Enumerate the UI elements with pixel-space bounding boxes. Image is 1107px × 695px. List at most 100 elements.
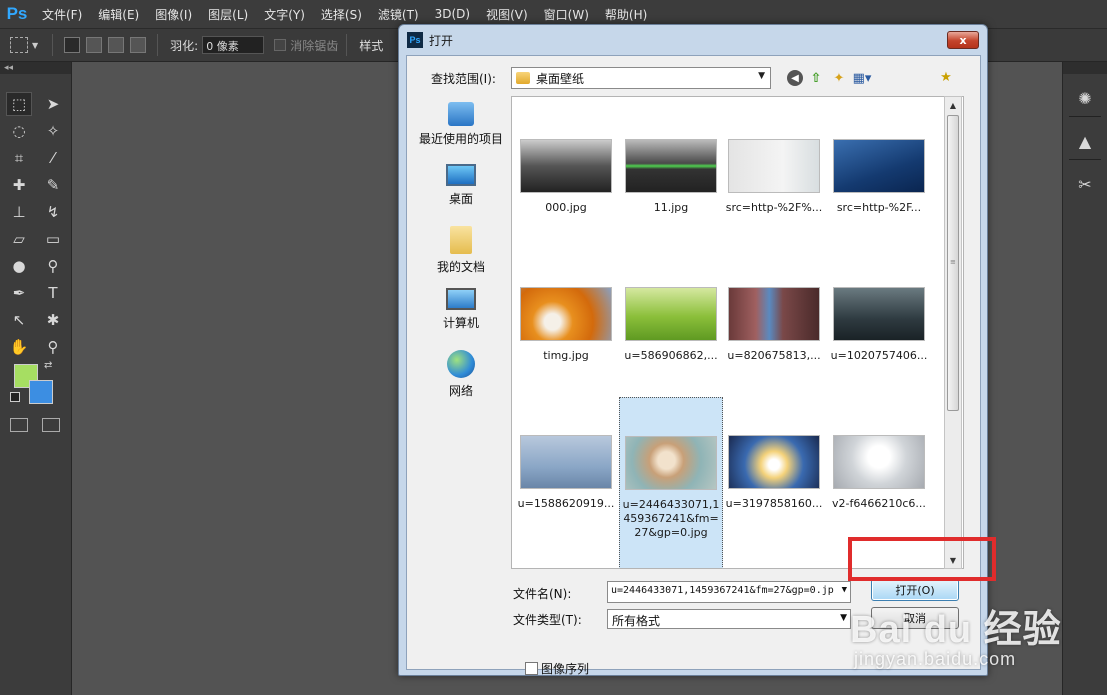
brush-tool-icon[interactable]: ✎ xyxy=(40,173,66,197)
hand-tool-icon[interactable]: ✋ xyxy=(6,335,32,359)
feather-input[interactable]: 0 像素 xyxy=(202,36,265,54)
default-colors-icon[interactable] xyxy=(10,392,20,402)
histogram-icon[interactable]: ▲ xyxy=(1068,127,1102,155)
healing-brush-icon[interactable]: ✚ xyxy=(6,173,32,197)
filetype-select[interactable]: 所有格式 ▼ xyxy=(607,609,851,629)
chevron-down-icon[interactable]: ▼ xyxy=(32,41,38,50)
crop-tool-icon[interactable]: ⌗ xyxy=(6,146,32,170)
menu-file[interactable]: 文件(F) xyxy=(34,6,90,23)
clone-stamp-icon[interactable]: ⊥ xyxy=(6,200,32,224)
lasso-tool-icon[interactable]: ◌ xyxy=(6,119,32,143)
file-item[interactable]: src=http-%2F... xyxy=(827,139,931,215)
place-label: 我的文档 xyxy=(436,260,485,274)
magic-wand-icon[interactable]: ✧ xyxy=(40,119,66,143)
up-folder-icon[interactable]: ⇧ xyxy=(806,68,826,88)
file-item-selected[interactable]: u=2446433071,1459367241&fm=27&gp=0.jpg xyxy=(619,397,723,568)
place-label: 网络 xyxy=(448,384,473,398)
place-documents[interactable]: 我的文档 xyxy=(415,220,507,282)
history-brush-icon[interactable]: ↯ xyxy=(40,200,66,224)
dodge-tool-icon[interactable]: ⚲ xyxy=(40,254,66,278)
pen-tool-icon[interactable]: ✒ xyxy=(6,281,32,305)
file-item[interactable]: u=3197858160... xyxy=(722,435,826,511)
file-item[interactable]: v2-f6466210c6... xyxy=(827,435,931,511)
menu-layer[interactable]: 图层(L) xyxy=(200,6,256,23)
file-name: src=http-%2F... xyxy=(836,201,922,214)
close-button[interactable]: x xyxy=(947,31,979,49)
menu-edit[interactable]: 编辑(E) xyxy=(90,6,147,23)
file-list[interactable]: 000.jpg 11.jpg src=http-%2F%... src=http… xyxy=(511,96,964,569)
file-name: u=1588620919... xyxy=(517,497,615,510)
filename-value: u=2446433071,1459367241&fm=27&gp=0.jp xyxy=(611,585,834,596)
menu-3d[interactable]: 3D(D) xyxy=(427,7,478,21)
file-item[interactable]: src=http-%2F%... xyxy=(722,139,826,215)
scroll-thumb[interactable]: ≡ xyxy=(947,115,959,411)
look-in-dropdown[interactable]: 桌面壁纸 ▼ xyxy=(511,67,771,89)
chevron-down-icon[interactable]: ▼ xyxy=(842,585,847,595)
place-network[interactable]: 网络 xyxy=(415,344,507,406)
eyedropper-icon[interactable]: ⁄ xyxy=(40,146,66,170)
background-color-swatch[interactable] xyxy=(29,380,53,404)
new-selection-icon[interactable] xyxy=(64,37,81,53)
intersect-selection-icon[interactable] xyxy=(130,37,147,53)
image-sequence-checkbox[interactable] xyxy=(525,662,538,675)
gradient-tool-icon[interactable]: ▭ xyxy=(40,227,66,251)
menu-filter[interactable]: 滤镜(T) xyxy=(370,6,427,23)
new-folder-icon[interactable]: ✦ xyxy=(829,68,849,88)
file-name: v2-f6466210c6... xyxy=(832,497,926,510)
file-item[interactable]: timg.jpg xyxy=(514,287,618,363)
file-thumbnail xyxy=(833,139,925,193)
divider xyxy=(1069,116,1101,117)
menu-select[interactable]: 选择(S) xyxy=(313,6,370,23)
file-item[interactable]: u=586906862,... xyxy=(619,287,723,363)
file-name: u=1020757406... xyxy=(830,349,928,362)
scroll-up-icon[interactable]: ▲ xyxy=(945,97,961,113)
file-item[interactable]: u=1588620919... xyxy=(514,435,618,511)
place-desktop[interactable]: 桌面 xyxy=(415,158,507,220)
tools-preset-icon[interactable]: ✂ xyxy=(1068,170,1102,198)
shape-tool-icon[interactable]: ✱ xyxy=(40,308,66,332)
divider xyxy=(1069,159,1101,160)
file-item[interactable]: u=820675813,... xyxy=(722,287,826,363)
path-selection-icon[interactable]: ↖ xyxy=(6,308,32,332)
collapse-icon[interactable] xyxy=(1063,62,1107,74)
menu-help[interactable]: 帮助(H) xyxy=(597,6,655,23)
image-sequence-option[interactable]: 图像序列 xyxy=(525,660,589,677)
quick-mask-icon[interactable] xyxy=(10,418,28,432)
screen-mode-icon[interactable] xyxy=(42,418,60,432)
divider xyxy=(52,34,54,56)
file-list-scrollbar[interactable]: ▲ ≡ ▼ xyxy=(944,96,962,569)
marquee-preset-icon[interactable] xyxy=(10,37,28,53)
place-computer[interactable]: 计算机 xyxy=(415,282,507,344)
chevron-down-icon[interactable]: ▼ xyxy=(840,613,847,623)
place-recent[interactable]: 最近使用的项目 xyxy=(415,96,507,158)
zoom-tool-icon[interactable]: ⚲ xyxy=(40,335,66,359)
menu-view[interactable]: 视图(V) xyxy=(478,6,536,23)
antialias-checkbox[interactable] xyxy=(274,39,287,51)
view-menu-icon[interactable]: ▦▾ xyxy=(852,68,872,88)
collapse-icon[interactable]: ◂◂ xyxy=(0,62,71,74)
file-thumbnail xyxy=(833,435,925,489)
menu-type[interactable]: 文字(Y) xyxy=(256,6,313,23)
swap-colors-icon[interactable]: ⇄ xyxy=(44,360,52,371)
blur-tool-icon[interactable]: ● xyxy=(6,254,32,278)
folder-icon xyxy=(516,72,530,84)
chevron-down-icon[interactable]: ▼ xyxy=(758,71,765,81)
file-item[interactable]: 000.jpg xyxy=(514,139,618,215)
type-tool-icon[interactable]: T xyxy=(40,281,66,305)
add-selection-icon[interactable] xyxy=(86,37,103,53)
rectangular-marquee-icon[interactable]: ⬚ xyxy=(6,92,32,116)
favorites-icon[interactable]: ★ xyxy=(937,68,955,86)
documents-icon xyxy=(450,226,472,254)
filename-input[interactable]: u=2446433071,1459367241&fm=27&gp=0.jp ▼ xyxy=(607,581,851,603)
navigator-icon[interactable]: ✺ xyxy=(1068,84,1102,112)
photoshop-icon: Ps xyxy=(407,32,423,48)
subtract-selection-icon[interactable] xyxy=(108,37,125,53)
eraser-tool-icon[interactable]: ▱ xyxy=(6,227,32,251)
file-item[interactable]: 11.jpg xyxy=(619,139,723,215)
file-item[interactable]: u=1020757406... xyxy=(827,287,931,363)
back-icon[interactable]: ◀ xyxy=(787,70,803,86)
menu-window[interactable]: 窗口(W) xyxy=(536,6,597,23)
menu-image[interactable]: 图像(I) xyxy=(147,6,200,23)
dialog-titlebar[interactable]: Ps 打开 x xyxy=(399,25,987,55)
move-tool-icon[interactable]: ➤ xyxy=(40,92,66,116)
